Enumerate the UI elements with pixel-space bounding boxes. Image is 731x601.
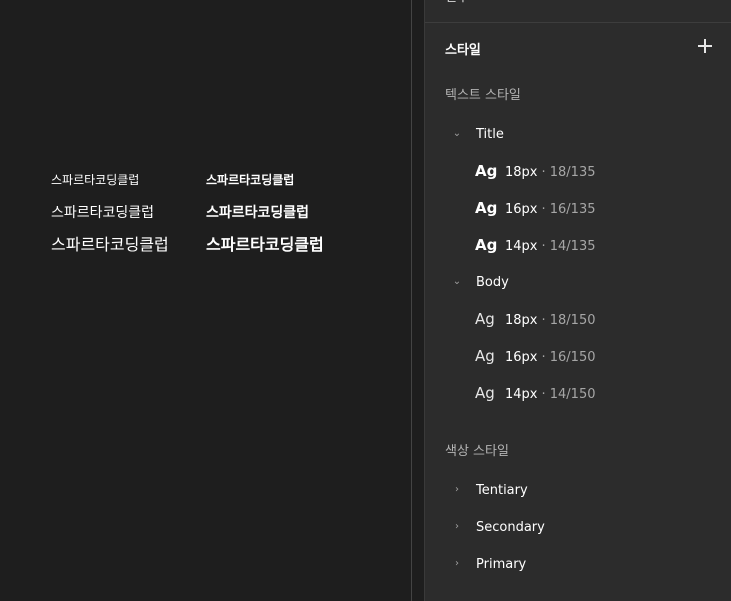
folder-row-secondary[interactable]: › Secondary [425, 513, 731, 541]
style-meta: · 16/150 [541, 350, 596, 365]
styles-panel: 변수 ↕ 스타일 텍스트 스타일 ⌄ Title Ag 18px · 18/13… [425, 0, 731, 601]
sample-text-regular-large[interactable]: 스파르타코딩클럽 [51, 237, 169, 253]
chevron-down-icon[interactable]: ⌄ [452, 277, 462, 287]
color-styles-label: 색상 스타일 [445, 444, 509, 459]
folder-label-primary: Primary [476, 556, 527, 572]
text-style-title-14[interactable]: Ag 14px · 14/135 [425, 231, 731, 259]
text-styles-label: 텍스트 스타일 [445, 88, 521, 103]
folder-row-title[interactable]: ⌄ Title [425, 120, 731, 148]
style-size: 18px [505, 165, 538, 180]
text-style-title-16[interactable]: Ag 16px · 16/135 [425, 194, 731, 222]
sample-text-bold-large[interactable]: 스파르타코딩클럽 [206, 237, 324, 253]
panel-top-section: 변수 ↕ [425, 0, 731, 23]
text-style-preview-icon: Ag [475, 162, 498, 180]
style-size: 14px [505, 239, 538, 254]
variables-section-label: 변수 [445, 0, 469, 5]
style-size: 16px [505, 202, 538, 217]
chevron-right-icon[interactable]: › [452, 559, 462, 569]
text-style-preview-icon: Ag [475, 236, 498, 254]
sample-text-regular-medium[interactable]: 스파르타코딩클럽 [51, 206, 154, 220]
text-style-body-14[interactable]: Ag 14px · 14/150 [425, 379, 731, 407]
folder-label-title: Title [476, 126, 504, 142]
folder-row-tentiary[interactable]: › Tentiary [425, 476, 731, 504]
sample-text-bold-medium[interactable]: 스파르타코딩클럽 [206, 206, 309, 220]
styles-section-title: 스타일 [445, 43, 481, 58]
style-meta: · 16/135 [541, 202, 596, 217]
style-item: Ag 16px · 16/135 [475, 199, 596, 217]
style-meta: · 14/135 [541, 239, 596, 254]
text-style-preview-icon: Ag [475, 310, 495, 328]
style-meta: · 18/150 [541, 313, 596, 328]
style-item: Ag 18px · 18/135 [475, 162, 596, 180]
folder-label-tentiary: Tentiary [476, 482, 528, 498]
folder-label-body: Body [476, 274, 509, 290]
variables-icon[interactable]: ↕ [702, 0, 713, 1]
panel-splitter[interactable] [411, 0, 425, 601]
style-meta: · 14/150 [541, 387, 596, 402]
text-style-preview-icon: Ag [475, 384, 495, 402]
design-canvas[interactable]: 스파르타코딩클럽 스파르타코딩클럽 스파르타코딩클럽 스파르타코딩클럽 스파르타… [0, 0, 411, 601]
style-item: Ag 14px · 14/150 [475, 384, 596, 402]
app-root: 스파르타코딩클럽 스파르타코딩클럽 스파르타코딩클럽 스파르타코딩클럽 스파르타… [0, 0, 731, 601]
add-style-plus-icon[interactable] [697, 38, 713, 54]
text-style-title-18[interactable]: Ag 18px · 18/135 [425, 157, 731, 185]
text-style-body-18[interactable]: Ag 18px · 18/150 [425, 305, 731, 333]
text-style-body-16[interactable]: Ag 16px · 16/150 [425, 342, 731, 370]
chevron-right-icon[interactable]: › [452, 522, 462, 532]
sample-text-regular-small[interactable]: 스파르타코딩클럽 [51, 174, 139, 186]
style-item: Ag 16px · 16/150 [475, 347, 596, 365]
style-meta: · 18/135 [541, 165, 596, 180]
style-size: 18px [505, 313, 538, 328]
folder-row-primary[interactable]: › Primary [425, 550, 731, 578]
sample-text-bold-small[interactable]: 스파르타코딩클럽 [206, 174, 294, 186]
style-size: 16px [505, 350, 538, 365]
style-item: Ag 18px · 18/150 [475, 310, 596, 328]
chevron-down-icon[interactable]: ⌄ [452, 129, 462, 139]
chevron-right-icon[interactable]: › [452, 485, 462, 495]
folder-label-secondary: Secondary [476, 519, 545, 535]
text-style-preview-icon: Ag [475, 347, 495, 365]
style-item: Ag 14px · 14/135 [475, 236, 596, 254]
folder-row-body[interactable]: ⌄ Body [425, 268, 731, 296]
style-size: 14px [505, 387, 538, 402]
text-style-preview-icon: Ag [475, 199, 498, 217]
